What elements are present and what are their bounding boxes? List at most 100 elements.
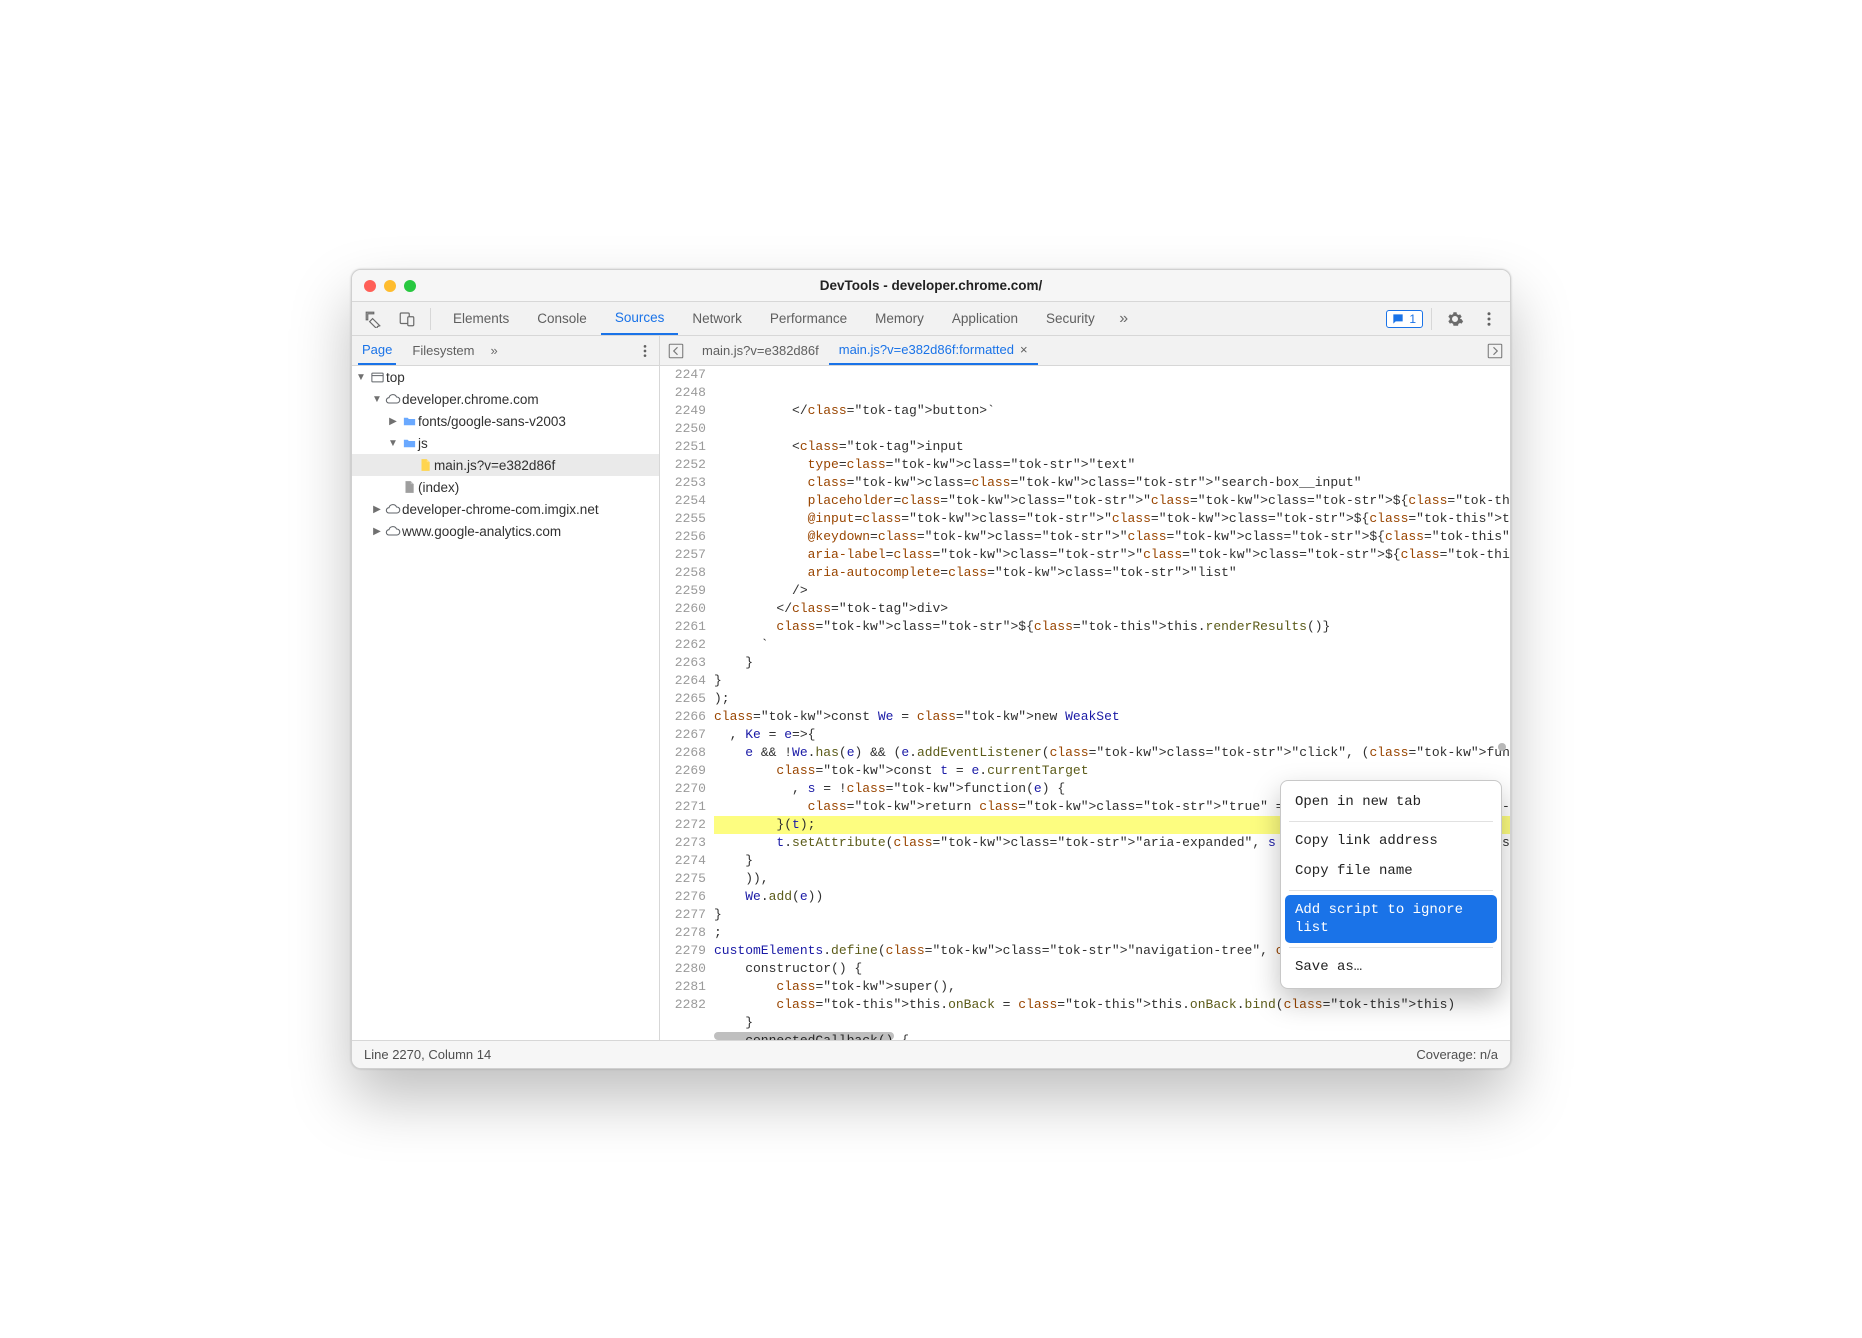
navigator-more-glyph[interactable]: »	[491, 343, 498, 358]
navigator-options-button[interactable]	[637, 343, 653, 359]
code-line[interactable]: aria-label=class="tok-kw">class="tok-str…	[714, 546, 1510, 564]
nav-back-button[interactable]	[664, 339, 688, 363]
line-number[interactable]: 2258	[660, 564, 706, 582]
context-menu-item[interactable]: Add script to ignore list	[1285, 895, 1497, 943]
line-number[interactable]: 2261	[660, 618, 706, 636]
line-number[interactable]: 2282	[660, 996, 706, 1014]
code-line[interactable]: class="tok-kw">const We = class="tok-kw"…	[714, 708, 1510, 726]
line-number[interactable]: 2277	[660, 906, 706, 924]
more-tabs-button[interactable]: »	[1113, 304, 1135, 334]
line-number[interactable]: 2270	[660, 780, 706, 798]
line-number[interactable]: 2262	[660, 636, 706, 654]
toggle-debugger-button[interactable]	[1486, 342, 1504, 360]
code-line[interactable]: class="tok-kw">class=class="tok-kw">clas…	[714, 474, 1510, 492]
line-number[interactable]: 2275	[660, 870, 706, 888]
file-tree[interactable]: ▼top▼developer.chrome.com▶fonts/google-s…	[352, 366, 659, 1040]
chevron-down-icon[interactable]: ▼	[354, 372, 368, 383]
panel-tab-elements[interactable]: Elements	[439, 302, 523, 335]
chevron-down-icon[interactable]: ▼	[370, 394, 384, 405]
chevron-right-icon[interactable]: ▶	[370, 526, 384, 537]
inspect-element-icon[interactable]	[358, 304, 388, 334]
context-menu-item[interactable]: Open in new tab	[1285, 787, 1497, 817]
code-line[interactable]	[714, 420, 1510, 438]
line-number[interactable]: 2248	[660, 384, 706, 402]
line-number[interactable]: 2271	[660, 798, 706, 816]
panel-tab-memory[interactable]: Memory	[861, 302, 938, 335]
context-menu-item[interactable]: Copy file name	[1285, 856, 1497, 886]
code-line[interactable]: }	[714, 672, 1510, 690]
code-line[interactable]: </class="tok-tag">div>	[714, 600, 1510, 618]
horizontal-scrollbar-thumb[interactable]	[714, 1032, 894, 1040]
line-number[interactable]: 2260	[660, 600, 706, 618]
line-number[interactable]: 2264	[660, 672, 706, 690]
code-line[interactable]: `	[714, 636, 1510, 654]
line-number[interactable]: 2278	[660, 924, 706, 942]
code-line[interactable]: <class="tok-tag">input	[714, 438, 1510, 456]
line-number[interactable]: 2281	[660, 978, 706, 996]
line-number[interactable]: 2254	[660, 492, 706, 510]
line-number[interactable]: 2265	[660, 690, 706, 708]
code-line[interactable]: class="tok-kw">const t = e.currentTarget	[714, 762, 1510, 780]
code-line[interactable]: @input=class="tok-kw">class="tok-str">"c…	[714, 510, 1510, 528]
navigator-tab-page[interactable]: Page	[358, 336, 396, 365]
settings-button[interactable]	[1440, 304, 1470, 334]
line-number[interactable]: 2250	[660, 420, 706, 438]
chevron-right-icon[interactable]: ▶	[386, 416, 400, 427]
line-number[interactable]: 2268	[660, 744, 706, 762]
tree-node[interactable]: main.js?v=e382d86f	[352, 454, 659, 476]
panel-tab-security[interactable]: Security	[1032, 302, 1109, 335]
tree-node[interactable]: ▼developer.chrome.com	[352, 388, 659, 410]
code-line[interactable]: e && !We.has(e) && (e.addEventListener(c…	[714, 744, 1510, 762]
line-number[interactable]: 2267	[660, 726, 706, 744]
panel-tab-sources[interactable]: Sources	[601, 302, 679, 335]
more-options-button[interactable]	[1474, 304, 1504, 334]
code-line[interactable]: placeholder=class="tok-kw">class="tok-st…	[714, 492, 1510, 510]
issues-badge[interactable]: 1	[1386, 310, 1423, 328]
chevron-right-icon[interactable]: ▶	[370, 504, 384, 515]
line-number[interactable]: 2273	[660, 834, 706, 852]
line-number[interactable]: 2276	[660, 888, 706, 906]
panel-tab-application[interactable]: Application	[938, 302, 1032, 335]
device-toggle-icon[interactable]	[392, 304, 422, 334]
code-line[interactable]: }	[714, 1014, 1510, 1032]
chevron-down-icon[interactable]: ▼	[386, 438, 400, 449]
code-line[interactable]: aria-autocomplete=class="tok-kw">class="…	[714, 564, 1510, 582]
zoom-window-button[interactable]	[404, 280, 416, 292]
tree-node[interactable]: ▼js	[352, 432, 659, 454]
line-number[interactable]: 2274	[660, 852, 706, 870]
code-line[interactable]: type=class="tok-kw">class="tok-str">"tex…	[714, 456, 1510, 474]
line-number[interactable]: 2259	[660, 582, 706, 600]
code-editor[interactable]: 2247224822492250225122522253225422552256…	[660, 366, 1510, 1040]
line-number[interactable]: 2252	[660, 456, 706, 474]
line-number[interactable]: 2279	[660, 942, 706, 960]
line-number[interactable]: 2247	[660, 366, 706, 384]
line-number[interactable]: 2251	[660, 438, 706, 456]
code-line[interactable]: />	[714, 582, 1510, 600]
panel-tab-network[interactable]: Network	[678, 302, 756, 335]
code-line[interactable]: }	[714, 654, 1510, 672]
tree-node[interactable]: ▶fonts/google-sans-v2003	[352, 410, 659, 432]
tree-node[interactable]: ▶www.google-analytics.com	[352, 520, 659, 542]
context-menu-item[interactable]: Save as…	[1285, 952, 1497, 982]
code-line[interactable]: , Ke = e=>{	[714, 726, 1510, 744]
minimize-window-button[interactable]	[384, 280, 396, 292]
code-line[interactable]: );	[714, 690, 1510, 708]
code-line[interactable]: class="tok-this">this.onBack = class="to…	[714, 996, 1510, 1014]
line-number[interactable]: 2263	[660, 654, 706, 672]
tree-node[interactable]: ▶developer-chrome-com.imgix.net	[352, 498, 659, 520]
editor-tab[interactable]: main.js?v=e382d86f	[692, 336, 829, 365]
code-line[interactable]: class="tok-kw">class="tok-str">${class="…	[714, 618, 1510, 636]
line-number[interactable]: 2269	[660, 762, 706, 780]
tree-node[interactable]: (index)	[352, 476, 659, 498]
line-number[interactable]: 2272	[660, 816, 706, 834]
editor-tab[interactable]: main.js?v=e382d86f:formatted×	[829, 336, 1038, 365]
line-number[interactable]: 2249	[660, 402, 706, 420]
line-number[interactable]: 2253	[660, 474, 706, 492]
line-number[interactable]: 2256	[660, 528, 706, 546]
tree-node[interactable]: ▼top	[352, 366, 659, 388]
code-line[interactable]: @keydown=class="tok-kw">class="tok-str">…	[714, 528, 1510, 546]
line-number[interactable]: 2266	[660, 708, 706, 726]
code-line[interactable]: </class="tok-tag">button>`	[714, 402, 1510, 420]
line-number[interactable]: 2257	[660, 546, 706, 564]
panel-tab-performance[interactable]: Performance	[756, 302, 861, 335]
